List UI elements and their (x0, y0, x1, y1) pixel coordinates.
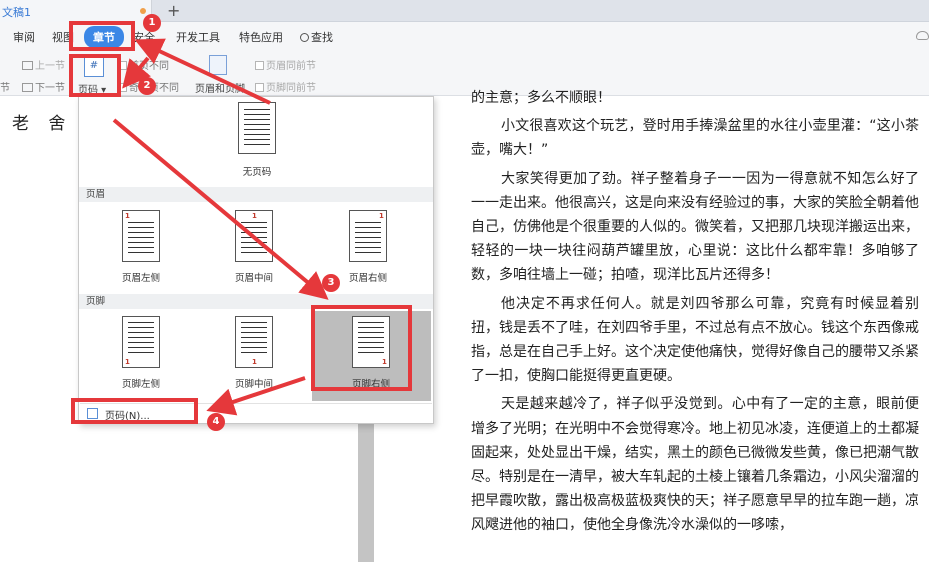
arrow-1 (134, 38, 271, 105)
step-badge-4: 4 (207, 413, 225, 431)
step-badge-1: 1 (143, 14, 161, 32)
step-badge-2: 2 (138, 77, 156, 95)
step-badge-3: 3 (322, 274, 340, 292)
arrow-3 (112, 118, 329, 300)
arrow-4 (206, 376, 306, 416)
